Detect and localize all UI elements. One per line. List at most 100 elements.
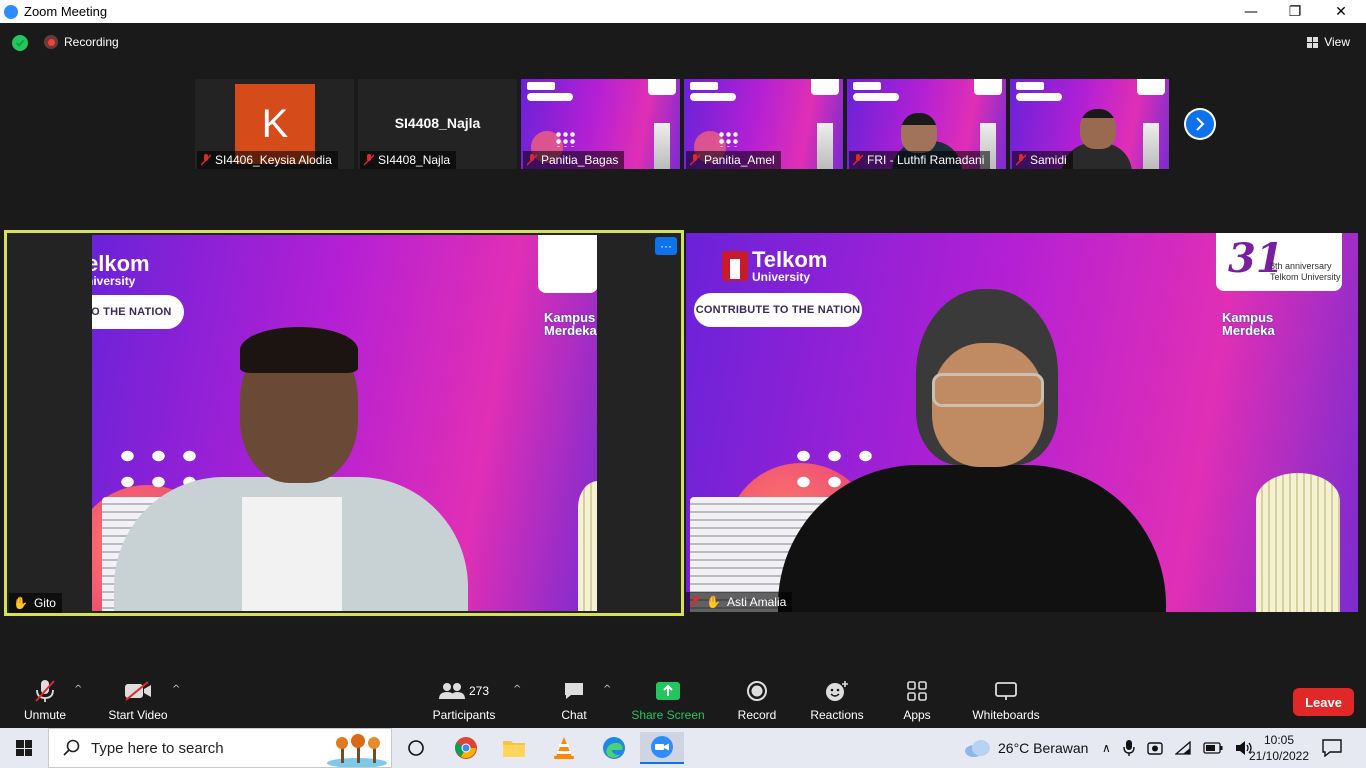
muted-mic-icon [201,154,211,166]
task-view-button[interactable] [394,732,438,764]
glasses [932,373,1044,407]
chat-label: Chat [561,708,587,722]
participant-thumbnail[interactable]: Panitia_Bagas [521,79,680,169]
share-screen-label: Share Screen [631,708,705,722]
close-button[interactable]: ✕ [1318,0,1364,23]
telkom-logo [527,82,555,90]
vlc-taskbar-button[interactable] [542,732,586,764]
whiteboards-label: Whiteboards [972,708,1040,722]
file-explorer-button[interactable] [492,732,536,764]
weather-widget[interactable]: 26°C Berawan [964,728,1088,768]
search-placeholder: Type here to search [91,739,224,757]
maximize-button[interactable]: ❐ [1272,0,1318,23]
smiley-icon [825,678,849,704]
muted-mic-icon [853,154,863,166]
apps-icon [907,678,927,704]
leave-button[interactable]: Leave [1293,688,1354,716]
participant-thumbnail[interactable]: SI4408_Najla SI4408_Najla [358,79,517,169]
zoom-taskbar-button[interactable] [640,732,684,764]
logo-word: Telkom [752,247,828,272]
speaker-name: Asti Amalia [726,595,787,609]
search-highlight-icon [327,734,387,767]
participants-icon [438,683,465,699]
vlc-icon [554,737,574,759]
clock-time: 10:05 [1263,733,1295,747]
participants-button[interactable]: 273 Participants [432,678,496,722]
recording-indicator[interactable]: Recording [44,35,119,49]
meeting-toolbar: Unmute ^ Start Video ^ 273 Participants … [0,668,1366,728]
kampus-merdeka-logo: Kampus Merdeka [544,310,597,338]
decor-dots [718,131,738,147]
building-image [654,123,670,169]
muted-mic-icon [690,596,700,608]
caret-up-icon[interactable]: ^ [74,684,82,695]
edge-taskbar-button[interactable] [592,732,636,764]
hand-raise-icon: ✋ [706,595,721,609]
window-title: Zoom Meeting [24,4,108,19]
notification-icon [1322,739,1342,757]
caret-up-icon[interactable]: ^ [513,684,521,695]
telkom-logo: Telkom University [722,249,827,283]
chrome-taskbar-button[interactable] [444,732,488,764]
search-icon [63,739,80,756]
chevron-up-icon[interactable]: ∧ [1102,741,1111,755]
muted-mic-icon [34,678,56,704]
taskbar-search[interactable]: Type here to search [48,728,392,768]
share-screen-icon [656,682,680,700]
anniversary-logo [538,235,597,293]
muted-mic-icon [690,154,700,166]
start-video-button[interactable]: Start Video [107,678,169,722]
start-video-label: Start Video [108,708,168,722]
start-button[interactable] [0,728,48,768]
minimize-button[interactable]: — [1228,0,1274,23]
next-page-button[interactable] [1184,108,1216,140]
caret-up-icon[interactable]: ^ [172,684,180,695]
building-image [1143,123,1159,169]
view-button[interactable]: View [1307,35,1350,49]
reactions-button[interactable]: Reactions [810,678,864,722]
banner [853,93,899,101]
participant-name: SI4406_Keysia Alodia [215,153,332,167]
participant-thumbnail[interactable]: K SI4406_Keysia Alodia [195,79,354,169]
anniversary-logo [648,79,676,95]
participant-thumbnail[interactable]: FRI - Luthfi Ramadani [847,79,1006,169]
record-button[interactable]: Record [736,678,778,722]
active-speaker-tile[interactable]: elkomniversity TO THE NATION Kampus Merd… [4,230,684,616]
apps-button[interactable]: Apps [902,678,932,722]
taskbar-clock[interactable]: 10:05 21/10/2022 [1248,732,1310,764]
security-shield-icon[interactable] [12,35,28,51]
telkom-logo [690,82,718,90]
share-screen-button[interactable]: Share Screen [631,678,705,722]
folder-icon [503,741,525,757]
speaker-tile[interactable]: Telkom University CONTRIBUTE TO THE NATIO… [686,233,1358,612]
unmute-label: Unmute [23,708,67,722]
logo-word: University [752,270,811,284]
anniversary-subtitle: 8th anniversary Telkom University [1270,261,1341,283]
muted-mic-icon [364,154,374,166]
task-view-icon [408,740,424,756]
participant-thumbnail[interactable]: Samidi [1010,79,1169,169]
unmute-button[interactable]: Unmute [22,678,68,722]
battery-icon [1203,742,1223,754]
whiteboards-button[interactable]: Whiteboards [970,678,1042,722]
zoom-icon [651,736,673,758]
telkom-logo: elkomniversity [92,253,150,288]
chat-button[interactable]: Chat [559,678,589,722]
banner [527,93,573,101]
caret-up-icon[interactable]: ^ [603,684,611,695]
participants-label: Participants [432,708,496,722]
grid-view-icon [1307,36,1319,48]
more-options-button[interactable]: ··· [655,237,677,255]
apps-label: Apps [903,708,931,722]
speaker-name-tag: ✋ Gito [9,593,62,613]
camera-icon [1147,742,1163,755]
speaker-video: elkomniversity TO THE NATION Kampus Merd… [92,235,597,611]
participant-name: Panitia_Amel [704,153,775,167]
participant-name-tag: Panitia_Amel [686,151,781,169]
network-icon [1174,741,1191,755]
microphone-icon [1123,740,1135,756]
participant-name-tag: SI4406_Keysia Alodia [197,151,338,169]
notifications-button[interactable] [1322,728,1342,768]
telkom-logo [1016,82,1044,90]
participant-thumbnail[interactable]: Panitia_Amel [684,79,843,169]
